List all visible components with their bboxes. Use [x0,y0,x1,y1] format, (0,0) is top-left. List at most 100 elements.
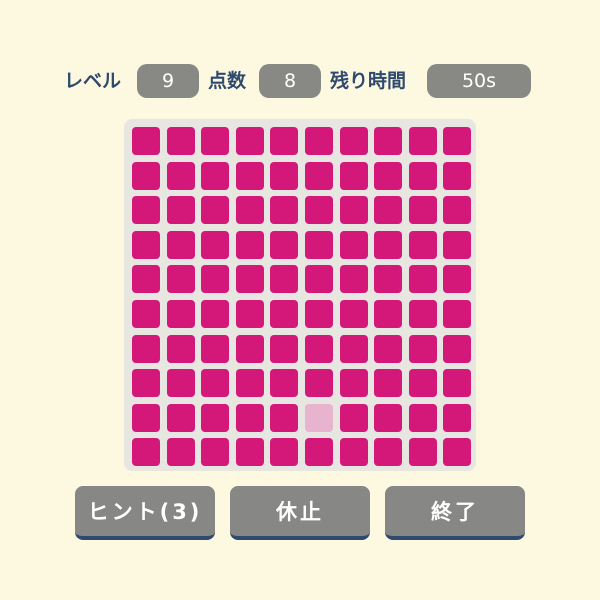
grid-tile[interactable] [270,127,299,155]
grid-tile[interactable] [201,196,230,225]
grid-tile[interactable] [270,161,299,190]
grid-tile[interactable] [408,369,437,398]
grid-tile[interactable] [201,127,230,155]
grid-tile[interactable] [270,369,299,398]
grid-tile[interactable] [305,127,333,155]
grid-tile[interactable] [374,369,403,398]
grid-tile[interactable] [132,438,160,467]
grid-tile[interactable] [443,334,472,363]
grid-tile[interactable] [270,265,299,294]
grid-tile[interactable] [235,230,264,259]
grid-tile[interactable] [166,265,195,294]
grid-tile[interactable] [339,300,368,328]
grid-tile[interactable] [339,369,368,398]
grid-tile[interactable] [166,230,195,259]
grid-tile[interactable] [166,334,195,363]
grid-tile[interactable] [374,334,403,363]
grid-tile[interactable] [408,127,437,155]
grid-tile[interactable] [408,438,437,467]
grid-tile[interactable] [408,196,437,225]
grid-tile[interactable] [235,334,264,363]
quit-button[interactable]: 終了 [385,486,525,540]
grid-tile[interactable] [235,300,264,328]
grid-tile[interactable] [166,300,195,328]
grid-tile[interactable] [443,196,472,225]
grid-tile[interactable] [132,230,160,259]
grid-tile[interactable] [443,230,472,259]
grid-tile[interactable] [132,403,160,432]
grid-tile[interactable] [305,300,333,328]
grid-tile[interactable] [166,438,195,467]
grid-tile[interactable] [132,300,160,328]
grid-tile[interactable] [443,127,472,155]
grid-tile[interactable] [339,230,368,259]
odd-tile[interactable] [305,403,333,432]
grid-tile[interactable] [408,161,437,190]
grid-tile[interactable] [201,369,230,398]
grid-tile[interactable] [339,334,368,363]
grid-tile[interactable] [408,403,437,432]
grid-tile[interactable] [339,196,368,225]
grid-tile[interactable] [201,300,230,328]
grid-tile[interactable] [235,403,264,432]
grid-tile[interactable] [166,161,195,190]
grid-tile[interactable] [270,334,299,363]
grid-tile[interactable] [443,300,472,328]
grid-tile[interactable] [305,369,333,398]
grid-tile[interactable] [305,196,333,225]
grid-tile[interactable] [235,265,264,294]
grid-tile[interactable] [132,196,160,225]
grid-tile[interactable] [235,438,264,467]
grid-tile[interactable] [305,161,333,190]
grid-tile[interactable] [339,265,368,294]
grid-tile[interactable] [166,127,195,155]
grid-tile[interactable] [270,230,299,259]
grid-tile[interactable] [235,161,264,190]
grid-tile[interactable] [339,438,368,467]
grid-tile[interactable] [235,196,264,225]
grid-tile[interactable] [374,265,403,294]
grid-tile[interactable] [201,265,230,294]
grid-tile[interactable] [374,438,403,467]
grid-tile[interactable] [270,438,299,467]
grid-tile[interactable] [270,196,299,225]
grid-tile[interactable] [443,403,472,432]
grid-tile[interactable] [443,369,472,398]
grid-tile[interactable] [305,334,333,363]
grid-tile[interactable] [235,127,264,155]
grid-tile[interactable] [305,230,333,259]
grid-tile[interactable] [408,265,437,294]
grid-tile[interactable] [270,300,299,328]
grid-tile[interactable] [339,161,368,190]
grid-tile[interactable] [374,127,403,155]
grid-tile[interactable] [166,403,195,432]
grid-tile[interactable] [374,300,403,328]
grid-tile[interactable] [374,161,403,190]
grid-tile[interactable] [166,369,195,398]
grid-tile[interactable] [408,230,437,259]
grid-tile[interactable] [132,369,160,398]
grid-tile[interactable] [374,196,403,225]
grid-tile[interactable] [201,403,230,432]
grid-tile[interactable] [305,265,333,294]
grid-tile[interactable] [339,127,368,155]
grid-tile[interactable] [305,438,333,467]
grid-tile[interactable] [270,403,299,432]
grid-tile[interactable] [339,403,368,432]
grid-tile[interactable] [201,230,230,259]
grid-tile[interactable] [132,265,160,294]
grid-tile[interactable] [132,334,160,363]
grid-tile[interactable] [132,127,160,155]
grid-tile[interactable] [408,300,437,328]
grid-tile[interactable] [408,334,437,363]
grid-tile[interactable] [201,334,230,363]
grid-tile[interactable] [235,369,264,398]
grid-tile[interactable] [201,438,230,467]
hint-button[interactable]: ヒント(3) [75,486,215,540]
grid-tile[interactable] [201,161,230,190]
grid-tile[interactable] [443,265,472,294]
pause-button[interactable]: 休止 [230,486,370,540]
grid-tile[interactable] [443,438,472,467]
grid-tile[interactable] [443,161,472,190]
grid-tile[interactable] [374,230,403,259]
